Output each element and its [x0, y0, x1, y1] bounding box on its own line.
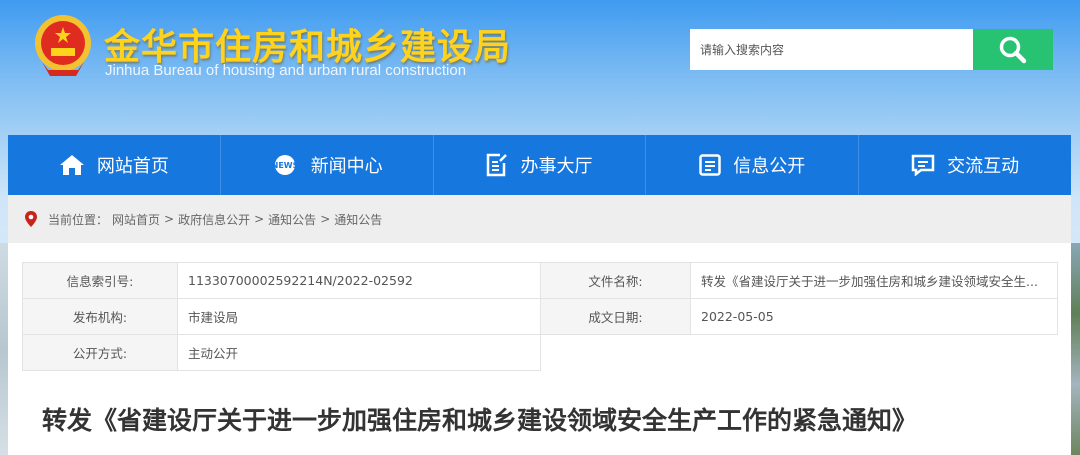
background-photo [1071, 243, 1080, 455]
search-icon [999, 36, 1027, 63]
svg-text:NEWS: NEWS [271, 161, 298, 170]
breadcrumb-prefix: 当前位置： [48, 212, 109, 227]
table-row: 发布机构: 市建设局 成文日期: 2022-05-05 [22, 298, 1058, 335]
chat-icon [911, 154, 935, 176]
news-icon: NEWS [271, 155, 298, 175]
breadcrumb: 当前位置： 网站首页 > 政府信息公开 > 通知公告 > 通知公告 [8, 195, 1071, 243]
site-subtitle: Jinhua Bureau of housing and urban rural… [105, 62, 467, 79]
background-photo [0, 243, 8, 455]
nav-home[interactable]: 网站首页 [8, 135, 221, 195]
edit-document-icon [487, 153, 508, 177]
nav-label: 交流互动 [947, 156, 1020, 177]
mode-value: 主动公开 [177, 334, 541, 371]
main-nav: 网站首页 NEWS 新闻中心 办事大厅 信息公开 交流互动 [8, 135, 1071, 195]
article-title: 转发《省建设厅关于进一步加强住房和城乡建设领域安全生产工作的紧急通知》 [42, 406, 918, 435]
mode-label: 公开方式: [22, 334, 178, 371]
home-icon [59, 155, 84, 175]
index-label: 信息索引号: [22, 262, 178, 299]
national-emblem-icon [35, 15, 91, 76]
search-button[interactable] [973, 29, 1053, 70]
document-meta-table: 信息索引号: 11330700002592214N/2022-02592 文件名… [22, 262, 1058, 371]
file-name-value: 转发《省建设厅关于进一步加强住房和城乡建设领域安全生... [690, 262, 1058, 299]
content-area: 信息索引号: 11330700002592214N/2022-02592 文件名… [8, 243, 1071, 455]
nav-info[interactable]: 信息公开 [646, 135, 860, 195]
search-input[interactable] [690, 29, 973, 70]
nav-label: 网站首页 [96, 156, 169, 177]
location-pin-icon [25, 211, 37, 227]
site-header: 金华市住房和城乡建设局 Jinhua Bureau of housing and… [0, 0, 1080, 135]
breadcrumb-item[interactable]: 通知公告 [268, 211, 316, 228]
info-board-icon [699, 154, 722, 176]
nav-label: 新闻中心 [310, 156, 383, 177]
org-value: 市建设局 [177, 298, 541, 335]
date-label: 成文日期: [540, 298, 691, 335]
org-label: 发布机构: [22, 298, 178, 335]
date-value: 2022-05-05 [690, 298, 1058, 335]
table-row: 信息索引号: 11330700002592214N/2022-02592 文件名… [22, 262, 1058, 299]
breadcrumb-item[interactable]: 政府信息公开 [178, 211, 250, 228]
nav-interaction[interactable]: 交流互动 [859, 135, 1071, 195]
breadcrumb-separator: > [320, 212, 331, 226]
file-name-label: 文件名称: [540, 262, 691, 299]
breadcrumb-item[interactable]: 通知公告 [334, 211, 382, 228]
index-value: 11330700002592214N/2022-02592 [177, 262, 541, 299]
nav-label: 办事大厅 [520, 156, 593, 177]
nav-news[interactable]: NEWS 新闻中心 [221, 135, 434, 195]
nav-label: 信息公开 [733, 156, 806, 177]
table-row: 公开方式: 主动公开 [22, 334, 1058, 371]
breadcrumb-item[interactable]: 网站首页 [112, 211, 160, 228]
breadcrumb-separator: > [164, 212, 175, 226]
nav-services[interactable]: 办事大厅 [434, 135, 647, 195]
breadcrumb-separator: > [254, 212, 265, 226]
